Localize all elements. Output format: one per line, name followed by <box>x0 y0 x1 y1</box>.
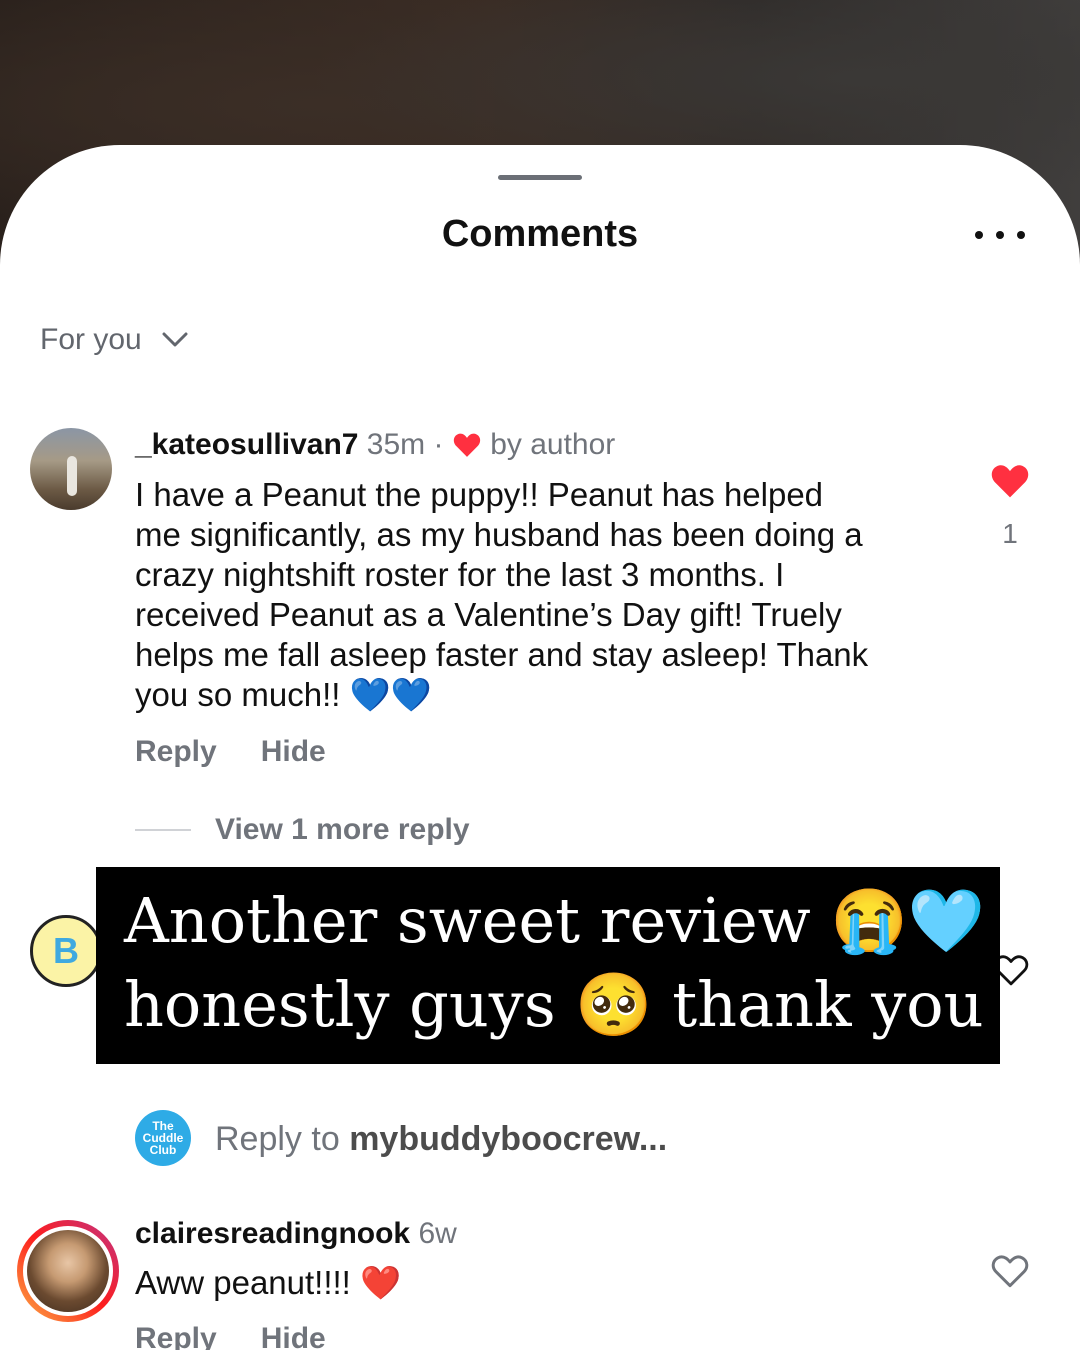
overlay-line-2: honestly guys 🥺 thank you <box>124 968 984 1041</box>
reply-avatar-text: The Cuddle Club <box>142 1119 184 1157</box>
drag-handle[interactable] <box>498 175 582 180</box>
comment-like[interactable]: 1 <box>990 463 1030 550</box>
author-like-label: by author <box>490 428 616 461</box>
comment-line: helps me fall asleep faster and stay asl… <box>135 636 869 673</box>
comment-text: Aww peanut!!!! ❤️ <box>135 1264 402 1301</box>
comment-line: me significantly, as my husband has been… <box>135 516 863 553</box>
reply-prefix: Reply to <box>215 1120 350 1158</box>
comment-meta: clairesreadingnook 6w <box>135 1217 457 1251</box>
heart-filled-icon[interactable] <box>990 463 1030 499</box>
more-options-icon[interactable] <box>975 223 1025 247</box>
avatar[interactable]: B <box>30 915 102 987</box>
comment-username[interactable]: clairesreadingnook <box>135 1217 410 1250</box>
avatar-story-ring[interactable] <box>17 1220 119 1322</box>
hide-button[interactable]: Hide <box>261 1322 326 1350</box>
comment-time: 6w <box>418 1217 457 1250</box>
sort-dropdown[interactable]: For you <box>40 323 188 357</box>
chevron-down-icon <box>162 332 188 347</box>
divider-line <box>135 829 191 831</box>
sheet-title: Comments <box>441 213 639 255</box>
comment-line: crazy nightshift roster for the last 3 m… <box>135 556 785 593</box>
reply-input[interactable]: Reply to mybuddyboocrew... <box>215 1120 667 1159</box>
comment-line: I have a Peanut the puppy!! Peanut has h… <box>135 476 824 513</box>
avatar-letter: B <box>53 930 79 971</box>
comment-username[interactable]: _kateosullivan7 <box>135 428 358 461</box>
meta-separator: · <box>433 428 444 461</box>
comment-time: 35m <box>366 428 426 461</box>
reply-button[interactable]: Reply <box>135 735 217 769</box>
author-heart-icon <box>453 433 481 457</box>
like-count: 1 <box>1002 518 1018 549</box>
reply-button[interactable]: Reply <box>135 1322 217 1350</box>
avatar[interactable] <box>30 428 112 510</box>
reply-target: mybuddyboocrew... <box>349 1120 668 1158</box>
review-overlay: Another sweet review 😭🩵 honestly guys 🥺 … <box>96 867 1000 1064</box>
comment-meta: _kateosullivan7 35m · by author <box>135 428 615 462</box>
overlay-line-1: Another sweet review 😭🩵 <box>124 884 985 957</box>
hide-button[interactable]: Hide <box>261 735 326 769</box>
heart-outline-icon[interactable] <box>990 1253 1030 1289</box>
view-more-replies[interactable]: View 1 more reply <box>135 813 470 847</box>
reply-avatar: The Cuddle Club <box>135 1110 191 1166</box>
comment-actions: Reply Hide <box>135 735 326 769</box>
comment-line: you so much!! 💙💙 <box>135 676 432 713</box>
comments-sheet: Comments For you _kateosullivan7 35m · b… <box>0 145 1080 1350</box>
sort-label: For you <box>40 323 142 356</box>
view-more-label: View 1 more reply <box>215 813 470 846</box>
comment-line: received Peanut as a Valentine’s Day gif… <box>135 596 842 633</box>
comment-actions: Reply Hide <box>135 1322 326 1350</box>
comment-text: I have a Peanut the puppy!! Peanut has h… <box>135 475 955 715</box>
